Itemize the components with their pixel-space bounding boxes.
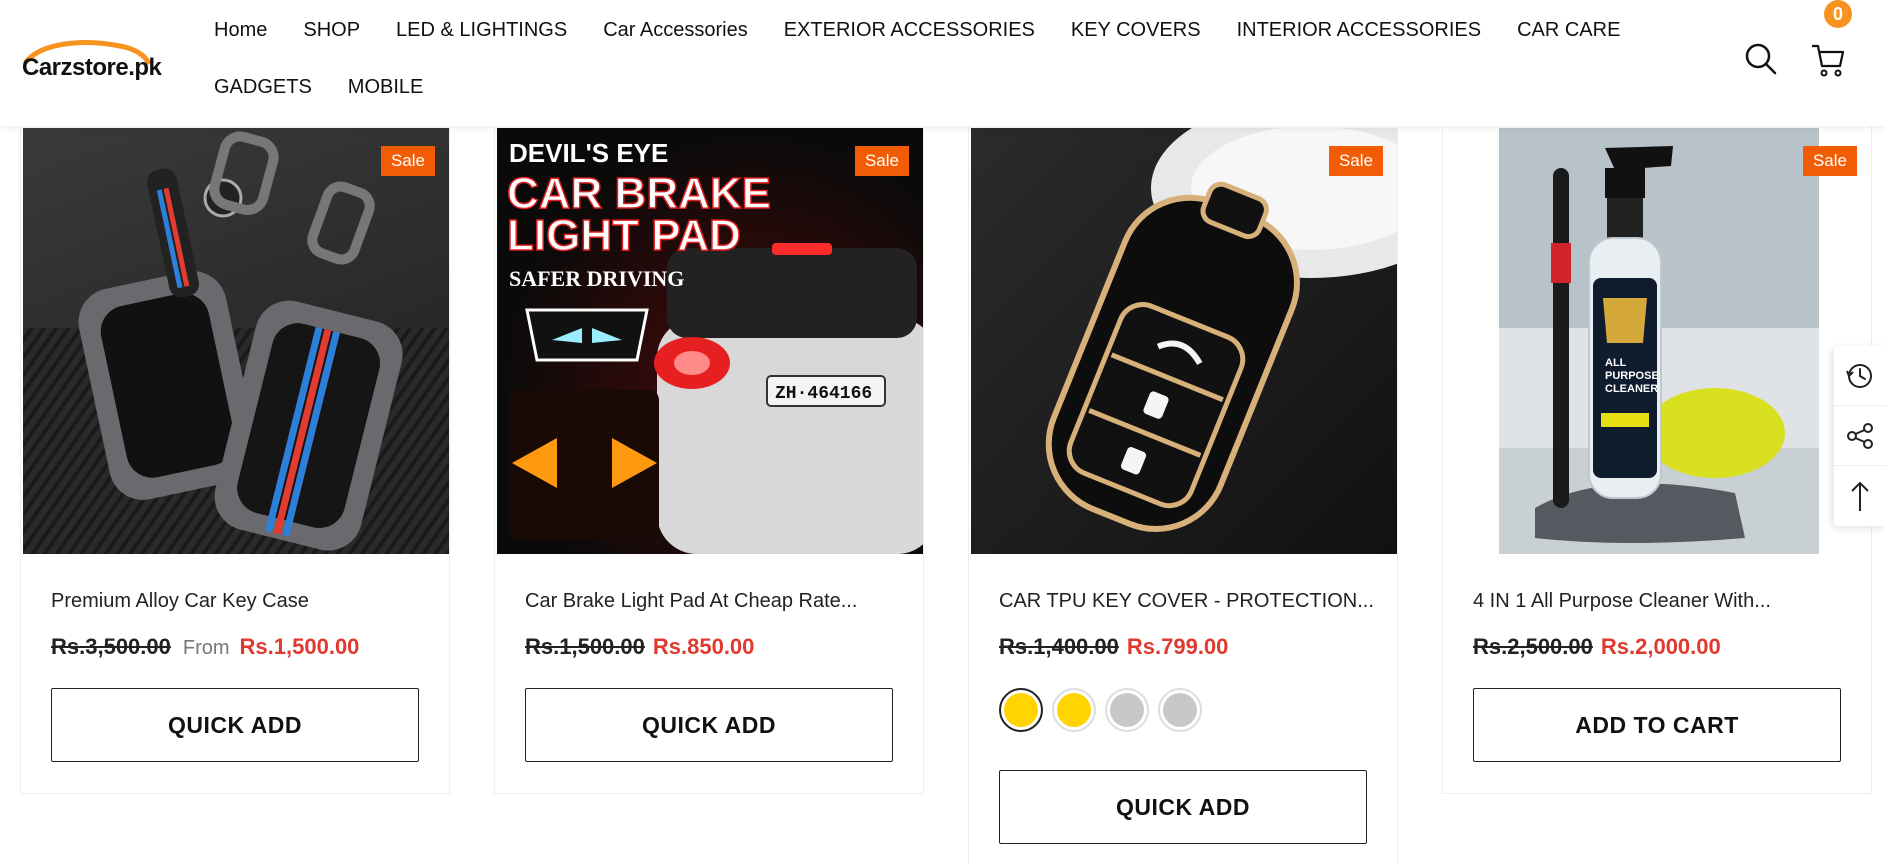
product-image[interactable]: Sale xyxy=(23,128,449,554)
price-row: Rs.3,500.00 From Rs.1,500.00 xyxy=(51,634,359,660)
price-row: Rs.1,500.00 Rs.850.00 xyxy=(525,634,754,660)
swatch-silver[interactable] xyxy=(1105,688,1149,732)
sale-price: Rs.799.00 xyxy=(1126,634,1229,659)
product-title[interactable]: CAR TPU KEY COVER - PROTECTION... xyxy=(999,590,1374,613)
label-line3: CLEANER xyxy=(1605,383,1658,395)
key-case-image xyxy=(23,131,449,554)
logo-text: Carzstore.pk xyxy=(22,54,162,81)
search-icon xyxy=(1745,43,1777,75)
color-swatches xyxy=(999,688,1211,732)
swatch-yellow[interactable] xyxy=(999,688,1043,732)
main-nav: Home SHOP LED & LIGHTINGS Car Accessorie… xyxy=(214,14,1714,103)
compare-price: Rs.1,400.00 xyxy=(999,634,1119,659)
nav-home[interactable]: Home xyxy=(214,19,267,42)
image-line4: SAFER DRIVING xyxy=(509,266,684,291)
product-card: Sale CAR TPU KEY COVER - PROTECTION... R… xyxy=(968,126,1398,863)
product-card: ALL PURPOSE CLEANER Sale 4 IN 1 All Purp… xyxy=(1442,126,1872,794)
sale-badge: Sale xyxy=(854,146,909,176)
cleaner-kit-image: ALL PURPOSE CLEANER xyxy=(1499,128,1819,554)
product-title[interactable]: Premium Alloy Car Key Case xyxy=(51,590,309,613)
compare-price: Rs.2,500.00 xyxy=(1473,634,1593,659)
back-to-top-button[interactable] xyxy=(1834,466,1886,526)
compare-price: Rs.1,500.00 xyxy=(525,634,645,659)
nav-led-lightings[interactable]: LED & LIGHTINGS xyxy=(396,19,567,42)
site-logo[interactable]: Carzstore.pk xyxy=(20,38,162,88)
sale-badge: Sale xyxy=(1328,146,1383,176)
brake-light-image: DEVIL'S EYE CAR BRAKE LIGHT PAD SAFER DR… xyxy=(506,138,923,554)
product-grid: Sale Premium Alloy Car Key Case Rs.3,500… xyxy=(0,126,1886,863)
nav-car-care[interactable]: CAR CARE xyxy=(1517,19,1620,42)
swatch-silver[interactable] xyxy=(1158,688,1202,732)
nav-mobile[interactable]: MOBILE xyxy=(348,76,424,99)
label-line1: ALL xyxy=(1605,357,1627,369)
price-row: Rs.1,400.00 Rs.799.00 xyxy=(999,634,1228,660)
quick-add-button[interactable]: QUICK ADD xyxy=(525,688,893,762)
nav-interior-accessories[interactable]: INTERIOR ACCESSORIES xyxy=(1237,19,1482,42)
sale-badge: Sale xyxy=(1802,146,1857,176)
sale-price: Rs.850.00 xyxy=(652,634,755,659)
arrow-up-icon xyxy=(1851,481,1869,511)
tpu-key-cover-image xyxy=(1045,128,1397,532)
history-icon xyxy=(1846,363,1872,388)
from-label: From xyxy=(182,637,230,659)
floating-toolbar xyxy=(1834,346,1886,526)
nav-shop[interactable]: SHOP xyxy=(303,19,360,42)
product-image[interactable]: ALL PURPOSE CLEANER Sale xyxy=(1445,128,1871,554)
share-icon xyxy=(1847,422,1873,449)
product-title[interactable]: Car Brake Light Pad At Cheap Rate... xyxy=(525,590,857,613)
image-line3: LIGHT PAD xyxy=(507,211,741,260)
product-card: DEVIL'S EYE CAR BRAKE LIGHT PAD SAFER DR… xyxy=(494,126,924,794)
nav-exterior-accessories[interactable]: EXTERIOR ACCESSORIES xyxy=(784,19,1035,42)
quick-add-button[interactable]: QUICK ADD xyxy=(51,688,419,762)
image-line1: DEVIL'S EYE xyxy=(509,138,668,168)
sale-price: Rs.2,000.00 xyxy=(1600,634,1721,659)
sale-price: Rs.1,500.00 xyxy=(239,634,360,659)
label-line2: PURPOSE xyxy=(1605,370,1659,382)
sale-badge: Sale xyxy=(380,146,435,176)
cart-button[interactable] xyxy=(1810,42,1846,78)
product-card: Sale Premium Alloy Car Key Case Rs.3,500… xyxy=(20,126,450,794)
nav-gadgets[interactable]: GADGETS xyxy=(214,76,312,99)
product-image[interactable]: DEVIL'S EYE CAR BRAKE LIGHT PAD SAFER DR… xyxy=(497,128,923,554)
add-to-cart-button[interactable]: ADD TO CART xyxy=(1473,688,1841,762)
product-image[interactable]: Sale xyxy=(971,128,1397,554)
cart-icon xyxy=(1812,44,1845,77)
recently-viewed-button[interactable] xyxy=(1834,346,1886,406)
quick-add-button[interactable]: QUICK ADD xyxy=(999,770,1367,844)
share-button[interactable] xyxy=(1834,406,1886,466)
license-plate-text: ZH·464166 xyxy=(775,384,872,404)
swatch-yellow[interactable] xyxy=(1052,688,1096,732)
search-button[interactable] xyxy=(1744,42,1778,78)
compare-price: Rs.3,500.00 xyxy=(51,634,171,659)
price-row: Rs.2,500.00 Rs.2,000.00 xyxy=(1473,634,1721,660)
site-header: Carzstore.pk Home SHOP LED & LIGHTINGS C… xyxy=(0,0,1886,126)
nav-car-accessories[interactable]: Car Accessories xyxy=(603,19,748,42)
nav-key-covers[interactable]: KEY COVERS xyxy=(1071,19,1201,42)
cart-count-badge: 0 xyxy=(1824,0,1852,28)
product-title[interactable]: 4 IN 1 All Purpose Cleaner With... xyxy=(1473,590,1771,613)
